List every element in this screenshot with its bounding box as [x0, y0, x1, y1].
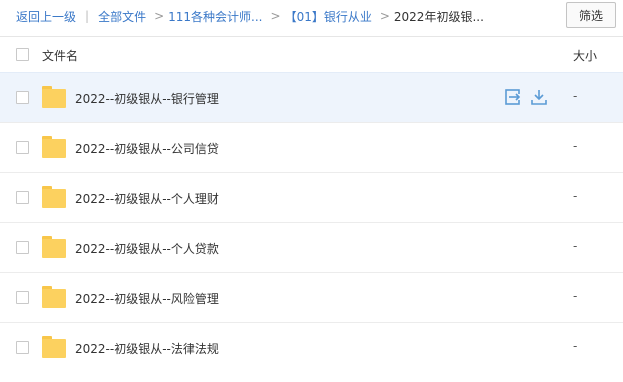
folder-icon [42, 86, 66, 108]
breadcrumb-divider: | [85, 9, 90, 23]
breadcrumb-item-banking[interactable]: 【01】银行从业 [285, 8, 372, 25]
table-row[interactable]: 2022--初级银从--公司信贷 - [0, 122, 623, 172]
folder-icon [42, 136, 66, 158]
folder-icon [42, 286, 66, 308]
row-checkbox[interactable] [16, 191, 29, 204]
table-row[interactable]: 2022--初级银从--银行管理 - [0, 72, 623, 122]
download-icon[interactable] [530, 88, 548, 106]
file-name[interactable]: 2022--初级银从--公司信贷 [75, 140, 219, 157]
row-checkbox[interactable] [16, 291, 29, 304]
column-header-name[interactable]: 文件名 [42, 47, 78, 64]
file-size: - [573, 289, 578, 303]
file-name[interactable]: 2022--初级银从--风险管理 [75, 290, 219, 307]
toolbar: 返回上一级 | 全部文件 > 111各种会计师... > 【01】银行从业 > … [0, 0, 623, 34]
row-checkbox[interactable] [16, 341, 29, 354]
select-all-checkbox[interactable] [16, 48, 29, 61]
file-name[interactable]: 2022--初级银从--法律法规 [75, 340, 219, 357]
folder-icon [42, 236, 66, 258]
row-checkbox[interactable] [16, 141, 29, 154]
filter-button[interactable]: 筛选 [566, 2, 616, 28]
chevron-right-icon: > [270, 9, 281, 23]
folder-icon [42, 336, 66, 358]
move-icon[interactable] [504, 88, 522, 106]
folder-icon [42, 186, 66, 208]
table-row[interactable]: 2022--初级银从--风险管理 - [0, 272, 623, 322]
breadcrumb-item-current: 2022年初级银... [393, 9, 484, 24]
table-header: 文件名 大小 [0, 36, 623, 72]
file-name[interactable]: 2022--初级银从--个人理财 [75, 190, 219, 207]
file-size: - [573, 339, 578, 353]
row-checkbox[interactable] [16, 241, 29, 254]
row-checkbox[interactable] [16, 91, 29, 104]
file-size: - [573, 239, 578, 253]
file-size: - [573, 139, 578, 153]
all-files-link[interactable]: 全部文件 [98, 8, 146, 25]
file-size: - [573, 189, 578, 203]
file-name[interactable]: 2022--初级银从--银行管理 [75, 90, 219, 107]
file-size: - [573, 89, 578, 103]
chevron-right-icon: > [379, 9, 390, 23]
breadcrumb: 返回上一级 | 全部文件 > 111各种会计师... > 【01】银行从业 > … [16, 0, 484, 32]
table-row[interactable]: 2022--初级银从--个人贷款 - [0, 222, 623, 272]
file-name[interactable]: 2022--初级银从--个人贷款 [75, 240, 219, 257]
chevron-right-icon: > [154, 9, 165, 23]
column-header-size[interactable]: 大小 [573, 47, 597, 64]
table-row[interactable]: 2022--初级银从--法律法规 - [0, 322, 623, 372]
back-link[interactable]: 返回上一级 [16, 8, 76, 25]
table-row[interactable]: 2022--初级银从--个人理财 - [0, 172, 623, 222]
breadcrumb-item-accountant[interactable]: 111各种会计师... [168, 8, 262, 25]
